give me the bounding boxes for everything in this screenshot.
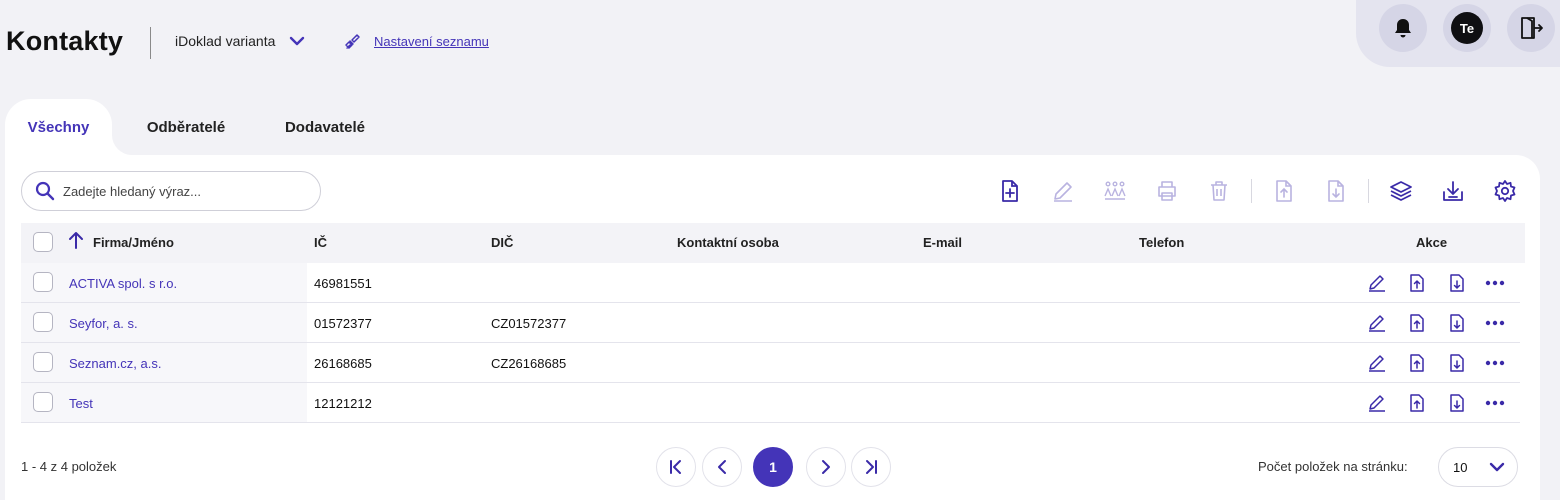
row-name-cell-bg [21, 343, 307, 382]
contact-name-link[interactable]: Test [69, 396, 93, 411]
ic-cell: 01572377 [314, 316, 372, 331]
chevron-down-icon [1489, 461, 1505, 473]
dic-cell: CZ26168685 [491, 356, 567, 371]
last-page-button[interactable] [851, 447, 891, 487]
ic-cell: 26168685 [314, 356, 372, 371]
edit-icon[interactable] [1366, 272, 1388, 294]
column-header-dic[interactable]: DIČ [491, 235, 513, 250]
page-button-current[interactable]: 1 [753, 447, 793, 487]
per-page-select[interactable]: 10 [1438, 447, 1518, 487]
bulk-edit-icon[interactable] [1102, 178, 1128, 204]
logout-icon [1518, 15, 1544, 41]
list-settings-label: Nastavení seznamu [374, 33, 489, 49]
tab-customers[interactable]: Odběratelé [130, 99, 242, 155]
tab-suppliers[interactable]: Dodavatelé [268, 99, 382, 155]
export-icon[interactable] [1406, 272, 1428, 294]
pagination-summary: 1 - 4 z 4 položek [21, 459, 117, 474]
dic-cell: CZ01572377 [491, 316, 567, 331]
more-icon[interactable] [1484, 392, 1506, 414]
table-row[interactable]: ACTIVA spol. s r.o. 46981551 [21, 263, 1520, 303]
export-icon[interactable] [1406, 392, 1428, 414]
per-page-value: 10 [1453, 459, 1468, 475]
edit-icon[interactable] [1366, 312, 1388, 334]
last-page-icon [863, 459, 879, 475]
contact-name-link[interactable]: Seznam.cz, a.s. [69, 356, 161, 371]
avatar: Te [1451, 12, 1483, 44]
page-title: Kontakty [6, 26, 124, 56]
first-page-button[interactable] [656, 447, 696, 487]
row-name-cell-bg [21, 303, 307, 342]
user-toolbar: Te [1356, 0, 1560, 67]
row-checkbox[interactable] [33, 312, 53, 332]
sort-ascending-icon[interactable] [68, 231, 84, 249]
row-checkbox[interactable] [33, 392, 53, 412]
layers-icon[interactable] [1388, 178, 1414, 204]
chevron-left-icon [714, 459, 730, 475]
export-icon[interactable] [1271, 178, 1297, 204]
export-icon[interactable] [1406, 352, 1428, 374]
first-page-icon [668, 459, 684, 475]
row-checkbox[interactable] [33, 272, 53, 292]
search-icon [35, 181, 55, 201]
contact-name-link[interactable]: Seyfor, a. s. [69, 316, 138, 331]
new-document-icon[interactable] [997, 178, 1023, 204]
search-box [21, 171, 321, 211]
search-input[interactable] [63, 183, 303, 199]
column-header-phone[interactable]: Telefon [1139, 235, 1184, 250]
brush-icon [344, 32, 362, 50]
list-settings-link[interactable]: Nastavení seznamu [344, 32, 489, 50]
previous-page-button[interactable] [702, 447, 742, 487]
more-icon[interactable] [1484, 272, 1506, 294]
variant-dropdown[interactable]: iDoklad varianta [175, 33, 305, 49]
chevron-right-icon [818, 459, 834, 475]
delete-icon[interactable] [1206, 178, 1232, 204]
table-row[interactable]: Seznam.cz, a.s. 26168685 CZ26168685 [21, 343, 1520, 383]
edit-icon[interactable] [1366, 352, 1388, 374]
settings-icon[interactable] [1492, 178, 1518, 204]
column-header-ic[interactable]: IČ [314, 235, 327, 250]
tab-all[interactable]: Všechny [5, 99, 112, 155]
tab-corner [112, 135, 132, 155]
import-icon[interactable] [1446, 312, 1468, 334]
select-all-checkbox[interactable] [33, 232, 53, 252]
notifications-button[interactable] [1379, 4, 1427, 52]
variant-label: iDoklad varianta [175, 33, 276, 49]
ic-cell: 12121212 [314, 396, 372, 411]
table-row[interactable]: Seyfor, a. s. 01572377 CZ01572377 [21, 303, 1520, 343]
per-page-label: Počet položek na stránku: [1258, 459, 1408, 474]
toolbar-divider [1251, 179, 1252, 203]
import-icon[interactable] [1446, 272, 1468, 294]
column-header-name[interactable]: Firma/Jméno [93, 235, 174, 250]
more-icon[interactable] [1484, 352, 1506, 374]
avatar-button[interactable]: Te [1443, 4, 1491, 52]
chevron-down-icon [289, 36, 305, 46]
logout-button[interactable] [1507, 4, 1555, 52]
column-header-email[interactable]: E-mail [923, 235, 962, 250]
more-icon[interactable] [1484, 312, 1506, 334]
print-icon[interactable] [1154, 178, 1180, 204]
import-icon[interactable] [1446, 392, 1468, 414]
toolbar-divider [1368, 179, 1369, 203]
import-icon[interactable] [1446, 352, 1468, 374]
row-name-cell-bg [21, 383, 307, 422]
edit-icon[interactable] [1050, 178, 1076, 204]
download-icon[interactable] [1440, 178, 1466, 204]
edit-icon[interactable] [1366, 392, 1388, 414]
next-page-button[interactable] [806, 447, 846, 487]
title-divider [150, 27, 151, 59]
column-header-contact[interactable]: Kontaktní osoba [677, 235, 779, 250]
row-checkbox[interactable] [33, 352, 53, 372]
ic-cell: 46981551 [314, 276, 372, 291]
table-row[interactable]: Test 12121212 [21, 383, 1520, 423]
import-icon[interactable] [1323, 178, 1349, 204]
bell-icon [1393, 17, 1413, 39]
contact-name-link[interactable]: ACTIVA spol. s r.o. [69, 276, 177, 291]
export-icon[interactable] [1406, 312, 1428, 334]
column-header-actions: Akce [1416, 235, 1448, 250]
